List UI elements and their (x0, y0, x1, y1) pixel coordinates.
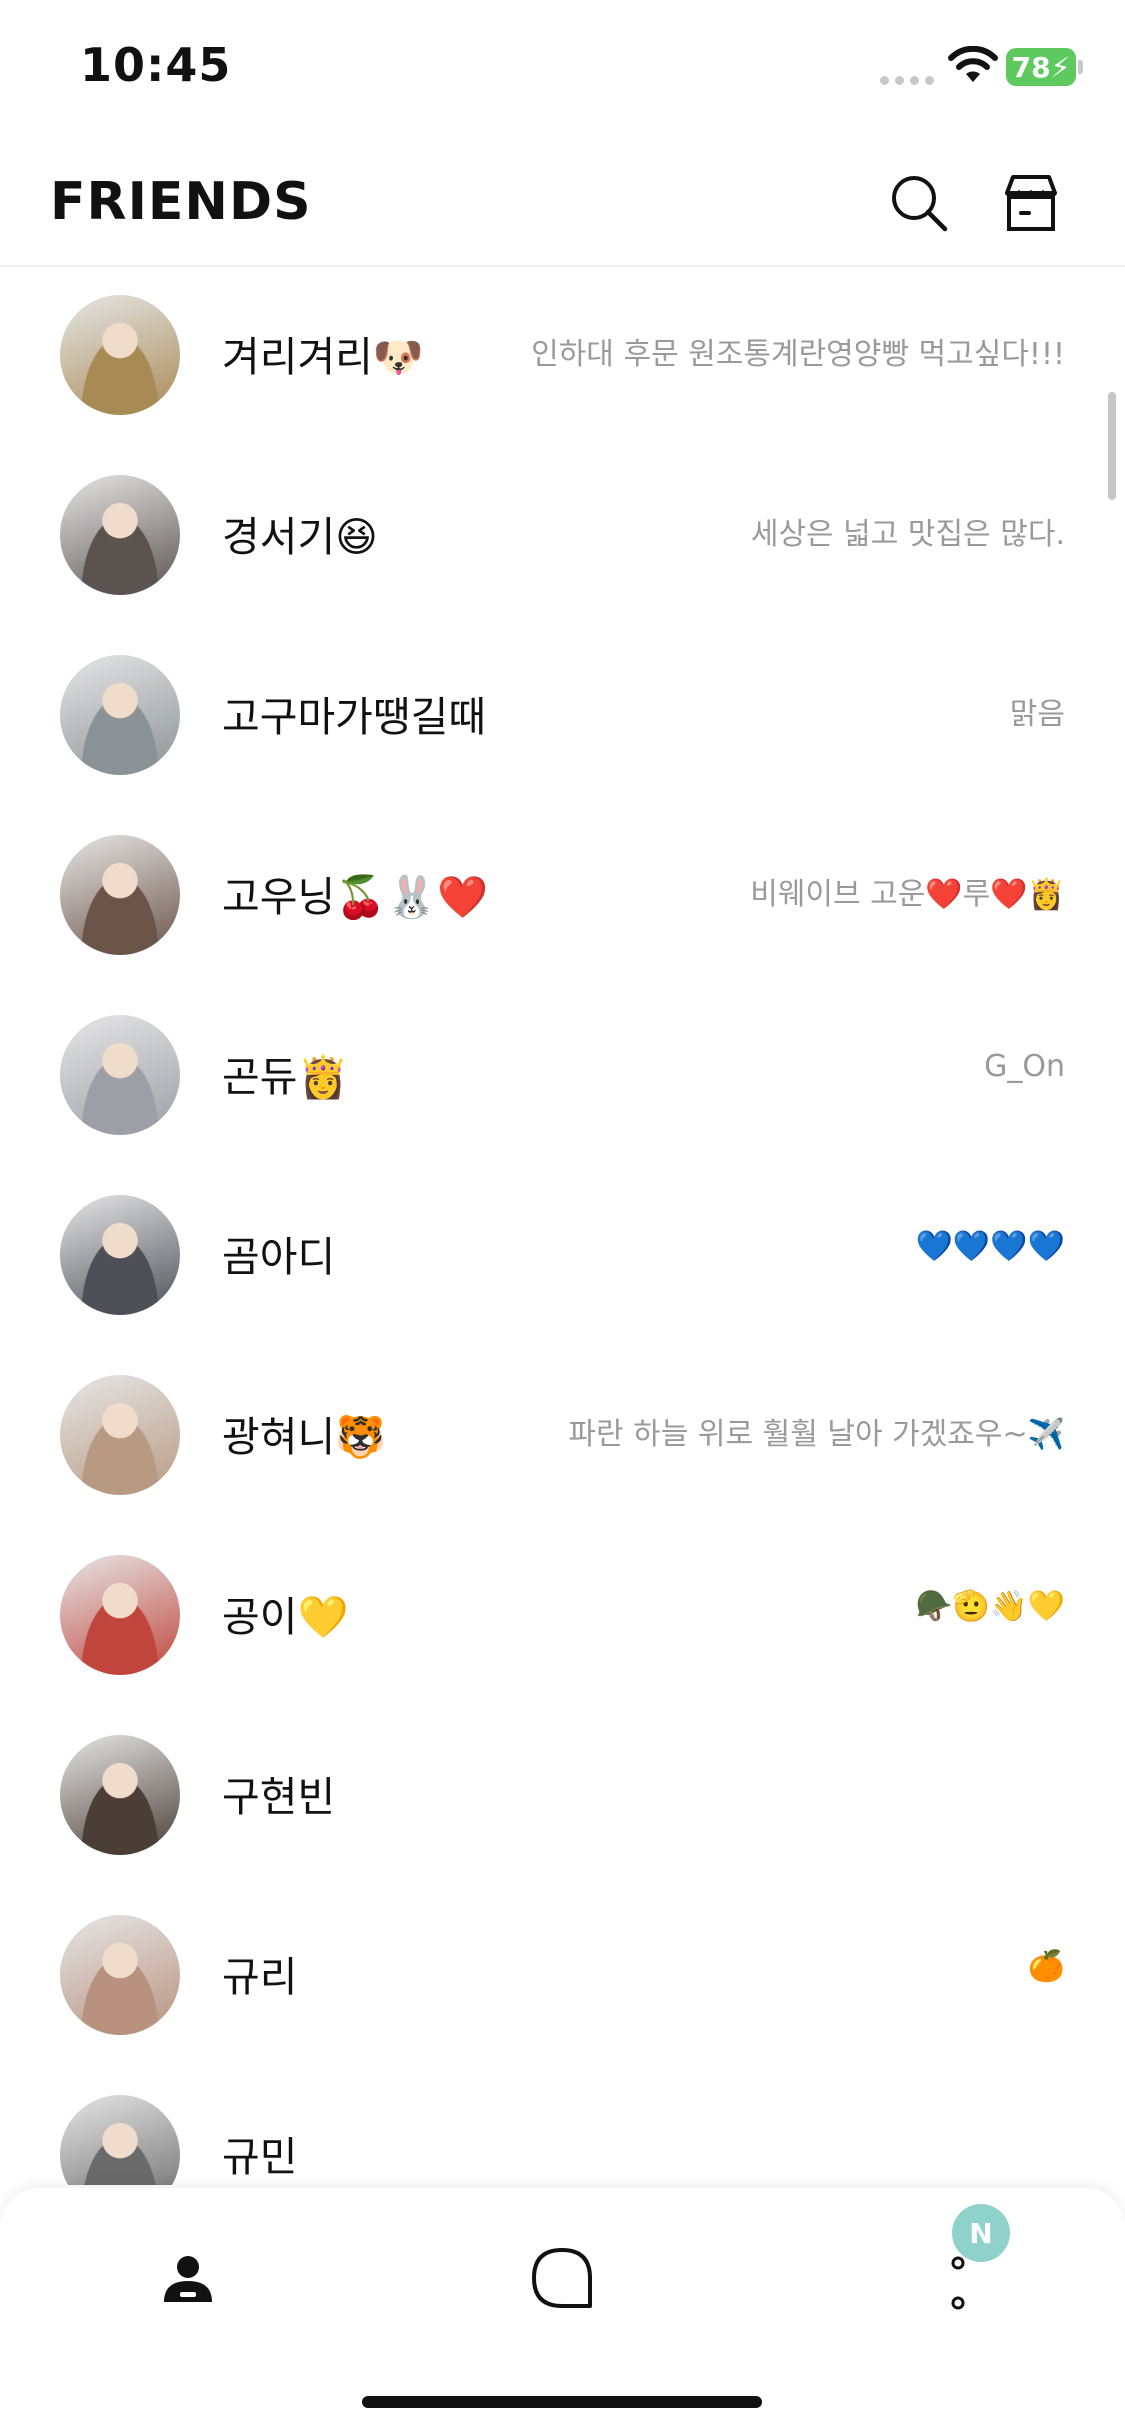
status-message: 세상은 넓고 맛집은 많다. (750, 517, 1065, 552)
friend-name: 곤듀👸 (222, 1053, 349, 1101)
friend-row[interactable]: 규민 (0, 2065, 1125, 2185)
avatar[interactable] (60, 1375, 180, 1495)
friend-row[interactable]: 구현빈 (0, 1705, 1125, 1885)
friend-name: 규리 (222, 1953, 298, 2001)
avatar[interactable] (60, 1915, 180, 2035)
avatar[interactable] (60, 1555, 180, 1675)
friend-row[interactable]: 규리 🍊 (0, 1885, 1125, 2065)
wifi-icon (948, 46, 998, 82)
status-message: 💙💙💙💙 (915, 1229, 1065, 1264)
friend-name: 고우닝🍒🐰❤️ (222, 873, 489, 921)
avatar[interactable] (60, 2095, 180, 2185)
friend-row[interactable]: 곰아디 💙💙💙💙 (0, 1165, 1125, 1345)
friend-name: 경서기😆 (222, 513, 378, 561)
avatar[interactable] (60, 1735, 180, 1855)
avatar[interactable] (60, 1015, 180, 1135)
avatar[interactable] (60, 295, 180, 415)
shop-button[interactable] (996, 168, 1066, 238)
home-indicator (362, 2396, 762, 2408)
tab-chats[interactable] (512, 2228, 612, 2328)
friend-name: 공이💛 (222, 1593, 349, 1641)
page-title: FRIENDS (50, 172, 312, 232)
friend-name: 광혀니🐯 (222, 1413, 387, 1461)
friend-name: 고구마가땡길때 (222, 693, 487, 741)
status-message: 파란 하늘 위로 훨훨 날아 가겠죠우~✈️ (568, 1417, 1065, 1452)
avatar[interactable] (60, 1195, 180, 1315)
avatar[interactable] (60, 475, 180, 595)
friend-name: 곰아디 (222, 1233, 336, 1281)
status-time: 10:45 (80, 38, 232, 92)
friend-row[interactable]: 고우닝🍒🐰❤️ 비웨이브 고운❤️루❤️👸 (0, 805, 1125, 985)
status-message: 🪖🫡👋💛 (915, 1589, 1065, 1624)
friends-list[interactable]: 겨리겨리🐶 인하대 후문 원조통계란영양빵 먹고싶다!!! 경서기😆 세상은 넓고 맛… (0, 265, 1125, 2185)
friend-name: 규민 (222, 2133, 298, 2181)
battery-tip (1078, 60, 1083, 74)
status-message: 🍊 (1027, 1949, 1065, 1984)
friend-name: 구현빈 (222, 1773, 336, 1821)
friend-row[interactable]: 고구마가땡길때 맑음 (0, 625, 1125, 805)
status-message: G_On (984, 1049, 1065, 1084)
status-message: 맑음 (1009, 697, 1065, 732)
shop-icon (1005, 175, 1057, 231)
battery-level: 78 (1011, 50, 1051, 84)
friend-row[interactable]: 광혀니🐯 파란 하늘 위로 훨훨 날아 가겠죠우~✈️ (0, 1345, 1125, 1525)
tab-friends[interactable] (138, 2228, 238, 2328)
cellular-signal-icon (880, 76, 934, 85)
search-icon (892, 176, 948, 232)
battery-icon: 78 ⚡ (1006, 48, 1076, 86)
status-bar: 10:45 78 ⚡ (0, 0, 1125, 130)
friend-row[interactable]: 곤듀👸 G_On (0, 985, 1125, 1165)
friend-name: 겨리겨리🐶 (222, 333, 424, 381)
avatar[interactable] (60, 835, 180, 955)
search-button[interactable] (884, 168, 954, 238)
friends-header: FRIENDS (0, 150, 1125, 267)
scrollbar[interactable] (1108, 392, 1116, 500)
status-message: 인하대 후문 원조통계란영양빵 먹고싶다!!! (531, 337, 1065, 372)
chat-bubble-icon (532, 2248, 592, 2308)
notification-badge: N (952, 2204, 1010, 2262)
person-icon (164, 2256, 212, 2302)
friend-row[interactable]: 겨리겨리🐶 인하대 후문 원조통계란영양빵 먹고싶다!!! (0, 265, 1125, 445)
friend-row[interactable]: 경서기😆 세상은 넓고 맛집은 많다. (0, 445, 1125, 625)
status-message: 비웨이브 고운❤️루❤️👸 (750, 877, 1065, 912)
avatar[interactable] (60, 655, 180, 775)
friend-row[interactable]: 공이💛 🪖🫡👋💛 (0, 1525, 1125, 1705)
